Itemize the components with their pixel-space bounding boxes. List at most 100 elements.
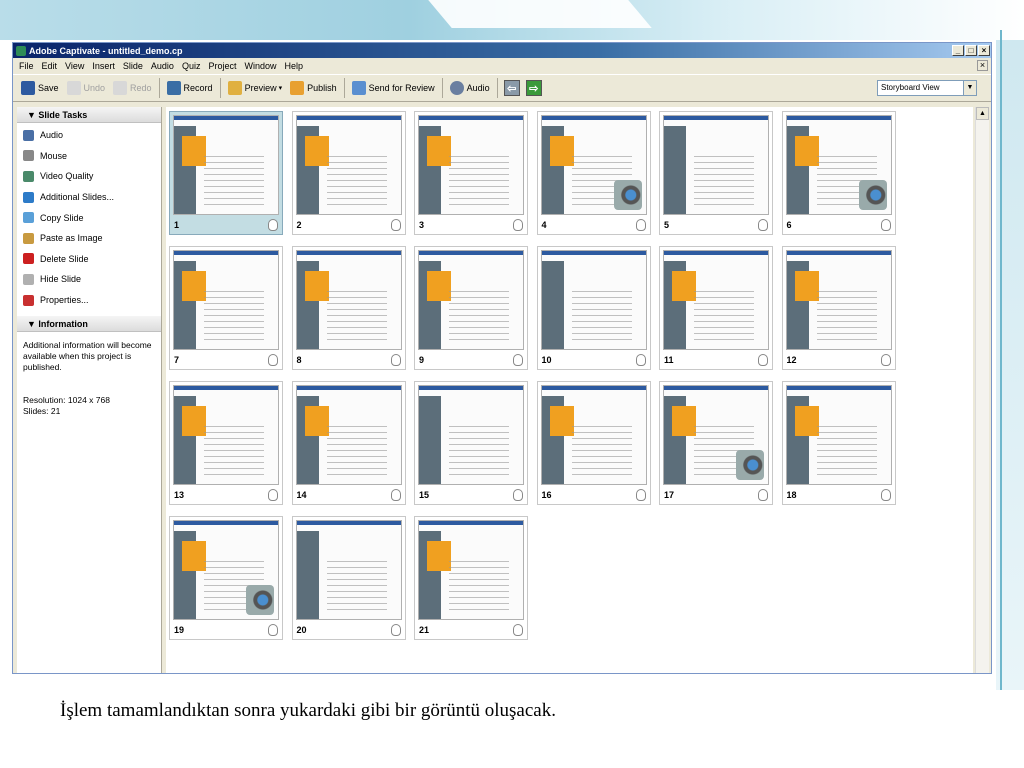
mouse-icon [390,354,401,366]
slide-thumbnail[interactable]: 2 [291,111,406,235]
mouse-icon [635,219,646,231]
back-arrow-icon[interactable]: ⇦ [503,80,520,96]
slide-thumbnail[interactable]: 9 [414,246,528,370]
floppy-disk-icon [21,81,35,95]
mouse-icon [513,489,523,501]
record-icon [166,81,181,95]
slide-thumbnail[interactable]: 17 [659,381,773,505]
record-label: Record [183,83,213,93]
mouse-icon [268,219,278,231]
save-button[interactable]: Save [17,77,63,99]
slide-task-item[interactable]: Hide Slide [17,269,161,290]
slide-number: 2 [296,220,302,230]
send-for-review-button[interactable]: Send for Review [348,77,439,99]
toolbar-separator [343,78,345,98]
slide-preview-image [418,520,524,620]
slide-preview-image [785,115,892,215]
slide-task-item[interactable]: Copy Slide [17,207,161,228]
slide-preview-image [295,520,402,620]
slide-thumbnail[interactable]: 20 [291,516,406,640]
toolbar-separator [219,78,221,98]
minimize-button[interactable]: _ [952,45,964,56]
slide-number: 1 [174,220,180,230]
slide-task-label: Additional Slides... [40,192,115,203]
top-decoration-swoosh [428,0,652,28]
mouse-icon [880,489,891,501]
slide-preview-image [540,385,647,485]
slide-tasks-header[interactable]: ▼ Slide Tasks [17,107,161,123]
slide-task-item[interactable]: Paste as Image [17,228,161,249]
slide-task-item[interactable]: Audio [17,125,161,146]
close-document-button[interactable]: × [977,60,988,71]
undo-button[interactable]: Undo [63,77,110,99]
menu-file[interactable]: File [15,61,38,71]
slide-thumbnail[interactable]: 19 [169,516,283,640]
slide-task-item[interactable]: Additional Slides... [17,187,161,208]
slide-number: 11 [664,355,674,365]
slide-preview-image [173,115,279,215]
slide-task-item[interactable]: Video Quality [17,166,161,187]
slide-number: 8 [296,355,302,365]
slide-task-item[interactable]: Mouse [17,146,161,167]
slide-preview-image [540,115,647,215]
slide-thumbnail[interactable]: 14 [291,381,406,505]
slide-task-item[interactable]: Properties... [17,290,161,311]
menu-audio[interactable]: Audio [147,61,178,71]
slide-thumbnail[interactable]: 13 [169,381,283,505]
forward-arrow-icon[interactable]: ⇨ [525,80,542,96]
slide-task-label: Delete Slide [40,253,89,264]
slide-number: 19 [174,625,185,635]
save-label: Save [38,83,59,93]
mouse-icon [513,219,523,231]
menu-quiz[interactable]: Quiz [178,61,205,71]
preview-dropdown-icon[interactable]: ▾ [279,84,283,92]
scroll-up-icon[interactable]: ▲ [976,107,989,120]
audio-button[interactable]: Audio [446,77,494,99]
menu-insert[interactable]: Insert [88,61,119,71]
slides-icon [23,191,34,203]
restore-button[interactable]: □ [965,45,977,56]
slide-thumbnail[interactable]: 15 [414,381,528,505]
close-button[interactable]: × [978,45,990,56]
slide-thumbnail[interactable]: 8 [291,246,406,370]
slide-preview-image [295,250,402,350]
slide-preview-image [663,115,769,215]
slide-thumbnail[interactable]: 16 [536,381,651,505]
chevron-down-icon[interactable]: ▼ [963,81,976,95]
slide-thumbnail[interactable]: 7 [169,246,283,370]
redo-icon [113,81,128,95]
menu-view[interactable]: View [61,61,88,71]
slide-thumbnail[interactable]: 10 [536,246,651,370]
view-select[interactable]: Storyboard View ▼ [877,80,977,96]
mouse-icon [513,354,523,366]
slide-thumbnail[interactable]: 3 [414,111,528,235]
slide-preview-image [418,385,524,485]
slide-thumbnail[interactable]: 4 [536,111,651,235]
slide-thumbnail[interactable]: 21 [414,516,528,640]
video-icon [23,170,34,182]
vertical-scrollbar[interactable]: ▲ [975,107,989,673]
slide-number: 17 [664,490,675,500]
toolbar-separator [158,78,160,98]
slide-caption: İşlem tamamlandıktan sonra yukardaki gib… [60,700,556,721]
delete-icon [23,253,34,265]
redo-button[interactable]: Redo [109,77,156,99]
menu-slide[interactable]: Slide [119,61,147,71]
menu-project[interactable]: Project [204,61,240,71]
slide-thumbnail[interactable]: 1 [169,111,283,235]
slide-task-item[interactable]: Delete Slide [17,249,161,270]
menu-help[interactable]: Help [281,61,308,71]
slide-preview-image [785,385,892,485]
slide-task-label: Properties... [40,295,89,306]
record-button[interactable]: Record [163,77,217,99]
menu-edit[interactable]: Edit [38,61,62,71]
slide-thumbnail[interactable]: 12 [781,246,896,370]
slide-thumbnail[interactable]: 5 [659,111,773,235]
menu-window[interactable]: Window [240,61,280,71]
information-header[interactable]: ▼ Information [17,316,161,333]
slide-thumbnail[interactable]: 18 [781,381,896,505]
publish-button[interactable]: Publish [286,77,341,99]
slide-thumbnail[interactable]: 6 [781,111,896,235]
preview-button[interactable]: Preview ▾ [224,77,287,99]
slide-thumbnail[interactable]: 11 [659,246,773,370]
